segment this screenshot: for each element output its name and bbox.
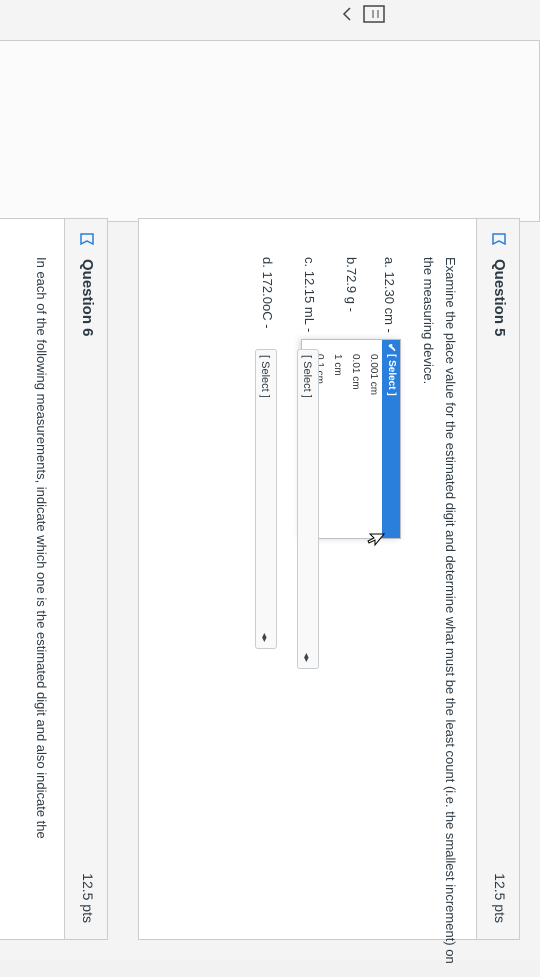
select-arrows-icon: ◂▸	[260, 632, 270, 642]
item-c-select[interactable]: [ Select ] ◂▸	[297, 349, 319, 669]
dropdown-option-select[interactable]: ✔ [ Select ]	[382, 340, 400, 538]
question-5-prompt: Examine the place value for the estimate…	[421, 257, 458, 964]
question-6-title: Question 6	[79, 259, 96, 337]
item-d-select[interactable]: [ Select ] ◂▸	[255, 349, 277, 649]
previous-question-card	[0, 40, 540, 222]
select-arrows-icon: ◂▸	[302, 652, 312, 662]
flag-icon[interactable]	[492, 233, 506, 245]
question-6-points: 12.5 pts	[80, 873, 96, 923]
sidebar-strip	[0, 0, 540, 30]
question-5-card: Question 5 12.5 pts Examine the place va…	[138, 218, 520, 964]
screen-canvas: Question 5 12.5 pts Examine the place va…	[0, 0, 540, 964]
item-a-label: a. 12.30 cm -	[382, 257, 397, 333]
mouse-cursor-icon	[367, 533, 385, 547]
question-5-points: 12.5 pts	[492, 873, 508, 923]
dropdown-option-0.01cm[interactable]: 0.01 cm	[346, 340, 364, 538]
question-6-card: Question 6 12.5 pts In each of the follo…	[0, 218, 108, 940]
item-d-label: d. 172.0oC -	[260, 257, 275, 329]
question-6-prompt: In each of the following measurements, i…	[34, 257, 49, 839]
question-5-header: Question 5 12.5 pts	[476, 219, 519, 939]
check-icon: ✔	[385, 343, 397, 353]
question-5-title: Question 5	[491, 259, 508, 337]
flag-icon[interactable]	[80, 233, 94, 245]
rubric-icon[interactable]	[330, 2, 390, 32]
dropdown-option-0.001cm[interactable]: 0.001 cm	[364, 340, 382, 538]
dropdown-option-1cm[interactable]: 1 cm	[328, 340, 346, 538]
item-b-label: b.72.9 g -	[344, 257, 359, 312]
question-6-header: Question 6 12.5 pts	[64, 219, 107, 939]
item-c-label: c. 12.15 mL -	[302, 257, 317, 333]
